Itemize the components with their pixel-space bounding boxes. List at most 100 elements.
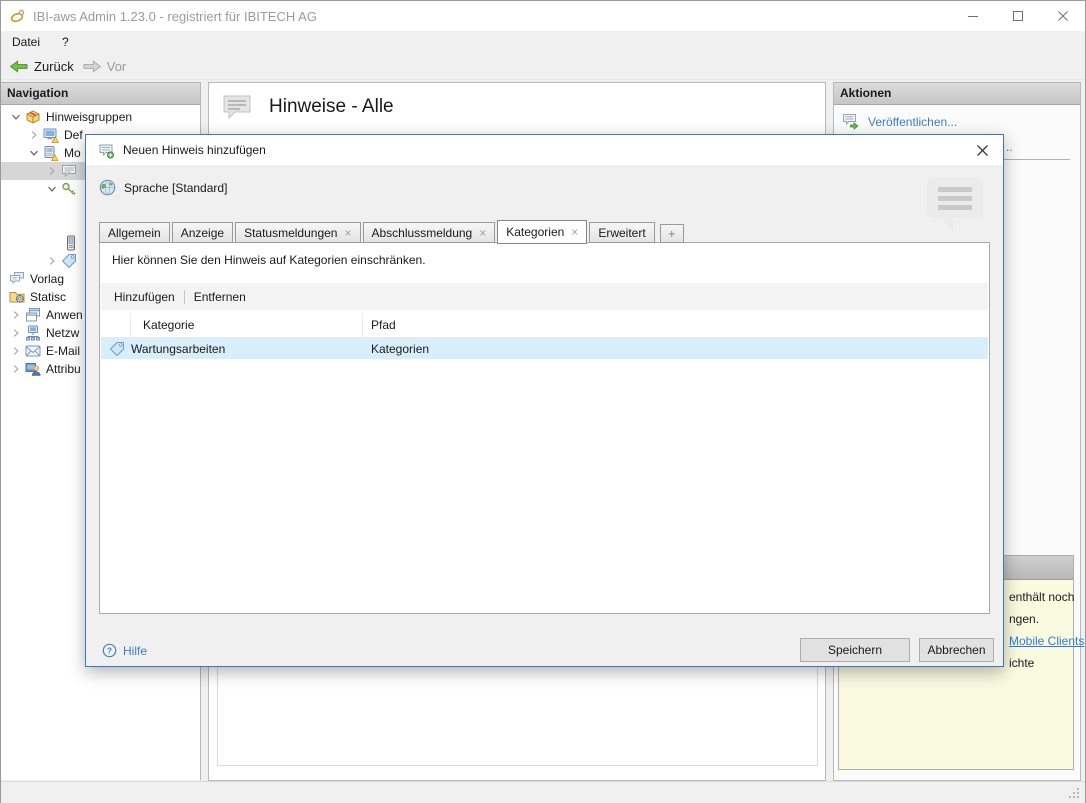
language-label: Sprache [Standard] xyxy=(124,181,227,195)
chevron-right-icon[interactable] xyxy=(43,164,61,178)
save-button[interactable]: Speichern xyxy=(800,638,910,662)
svg-text:?: ? xyxy=(107,646,112,656)
tab-close-icon[interactable]: × xyxy=(344,227,351,239)
menu-help[interactable]: ? xyxy=(51,35,80,49)
dialog-title-bar: Neuen Hinweis hinzufügen xyxy=(86,135,1003,165)
category-description: Hier können Sie den Hinweis auf Kategori… xyxy=(112,253,426,267)
tree-item-label: Hinweisgruppen xyxy=(46,110,132,124)
tab-kategorien[interactable]: Kategorien × xyxy=(497,220,587,244)
globe-icon xyxy=(99,179,116,196)
chevron-right-icon[interactable] xyxy=(7,362,25,376)
chevron-right-icon[interactable] xyxy=(7,344,25,358)
dialog-content-box: Hier können Sie den Hinweis auf Kategori… xyxy=(99,242,990,614)
tab-close-icon[interactable]: × xyxy=(479,227,486,239)
attributes-icon xyxy=(25,361,41,377)
icon-column-header xyxy=(101,313,131,337)
publish-icon xyxy=(842,113,860,130)
navigation-header: Navigation xyxy=(1,83,200,105)
column-header-kategorie[interactable]: Kategorie xyxy=(131,313,363,337)
chevron-right-icon[interactable] xyxy=(7,326,25,340)
table-header: Kategorie Pfad xyxy=(101,313,988,338)
add-category-button[interactable]: Hinzufügen xyxy=(101,290,181,304)
tab-abschlussmeldung[interactable]: Abschlussmeldung × xyxy=(363,222,496,243)
note-line: ichte xyxy=(1009,656,1071,678)
tag-icon xyxy=(109,341,125,357)
window-controls xyxy=(950,1,1085,31)
minimize-button[interactable] xyxy=(950,1,995,31)
tree-item-label: Def xyxy=(64,128,83,142)
applications-icon xyxy=(25,307,41,323)
tab-close-icon[interactable]: × xyxy=(571,226,578,238)
tag-icon xyxy=(61,253,77,269)
language-selector[interactable]: Sprache [Standard] xyxy=(99,179,227,196)
network-icon xyxy=(25,325,41,341)
phone-icon xyxy=(63,235,79,251)
tree-item-label: Attribu xyxy=(46,362,81,376)
menu-datei[interactable]: Datei xyxy=(1,35,51,49)
tab-erweitert[interactable]: Erweitert xyxy=(589,222,654,243)
main-header: Hinweise - Alle xyxy=(209,83,825,121)
chevron-right-icon[interactable] xyxy=(7,308,25,322)
tab-label: Statusmeldungen xyxy=(244,226,337,240)
note-line: enthält noch xyxy=(1009,590,1071,612)
monitor-warning-icon xyxy=(43,127,59,143)
chevron-right-icon[interactable] xyxy=(43,254,61,268)
tree-item-hinweisgruppen[interactable]: Hinweisgruppen xyxy=(1,108,200,126)
app-icon xyxy=(10,8,26,24)
chevron-down-icon[interactable] xyxy=(7,110,25,124)
tree-item-label: Vorlag xyxy=(30,272,64,286)
notes-icon xyxy=(221,93,253,121)
page-title: Hinweise - Alle xyxy=(269,96,394,118)
publish-link: Veröffentlichen... xyxy=(868,115,957,129)
dialog-close-button[interactable] xyxy=(961,135,1003,165)
minimize-icon xyxy=(967,10,979,22)
resize-grip[interactable] xyxy=(1067,786,1081,800)
mobile-clients-link[interactable]: Mobile Clients xyxy=(1009,634,1084,648)
chevron-down-icon[interactable] xyxy=(43,182,61,196)
column-header-pfad[interactable]: Pfad xyxy=(363,313,988,337)
chevron-down-icon[interactable] xyxy=(25,146,43,160)
tree-item-label: Anwen xyxy=(46,308,83,322)
close-button[interactable] xyxy=(1040,1,1085,31)
maximize-button[interactable] xyxy=(995,1,1040,31)
window-title: IBI-aws Admin 1.23.0 - registriert für I… xyxy=(33,9,317,24)
computer-warning-icon xyxy=(43,145,59,161)
add-note-icon xyxy=(98,142,115,159)
truncated-action-link[interactable]: .. xyxy=(1006,140,1013,154)
key-icon xyxy=(61,181,77,197)
toolbar-divider xyxy=(184,290,185,304)
note-line: ngen. xyxy=(1009,612,1071,634)
tab-allgemein[interactable]: Allgemein xyxy=(99,222,170,243)
tab-statusmeldungen[interactable]: Statusmeldungen × xyxy=(235,222,360,243)
statistics-icon xyxy=(9,289,25,305)
dialog-tab-strip: AllgemeinAnzeigeStatusmeldungen×Abschlus… xyxy=(99,220,988,243)
help-icon: ? xyxy=(102,643,117,658)
help-link[interactable]: ? Hilfe xyxy=(102,643,147,658)
forward-label: Vor xyxy=(107,59,127,74)
forward-button[interactable]: Vor xyxy=(82,59,127,74)
actions-header: Aktionen xyxy=(834,83,1080,105)
help-label: Hilfe xyxy=(123,644,147,658)
tree-item-label: Netzw xyxy=(46,326,79,340)
cell-kategorie: Wartungsarbeiten xyxy=(131,342,371,356)
notice-groups-icon xyxy=(25,109,41,125)
mail-icon xyxy=(25,343,41,359)
tab-label: Kategorien xyxy=(506,225,564,239)
tree-item-label: Mo xyxy=(64,146,81,160)
tab-anzeige[interactable]: Anzeige xyxy=(172,222,233,243)
remove-category-button[interactable]: Entfernen xyxy=(188,290,252,304)
tab-label: Abschlussmeldung xyxy=(372,226,473,240)
chevron-right-icon[interactable] xyxy=(25,128,43,142)
notice-icon xyxy=(61,163,77,179)
table-row[interactable]: WartungsarbeitenKategorien xyxy=(101,338,988,359)
back-button[interactable]: Zurück xyxy=(9,59,74,74)
category-toolbar: Hinzufügen Entfernen xyxy=(101,283,988,310)
status-bar xyxy=(1,781,1085,803)
menu-bar: Datei ? xyxy=(1,31,1085,53)
tab-label: Erweitert xyxy=(598,226,645,240)
maximize-icon xyxy=(1012,10,1024,22)
publish-action[interactable]: Veröffentlichen... xyxy=(842,113,1080,130)
cancel-button[interactable]: Abbrechen xyxy=(919,638,994,662)
tab-label: Allgemein xyxy=(108,226,161,240)
tab-add[interactable]: + xyxy=(660,224,684,243)
